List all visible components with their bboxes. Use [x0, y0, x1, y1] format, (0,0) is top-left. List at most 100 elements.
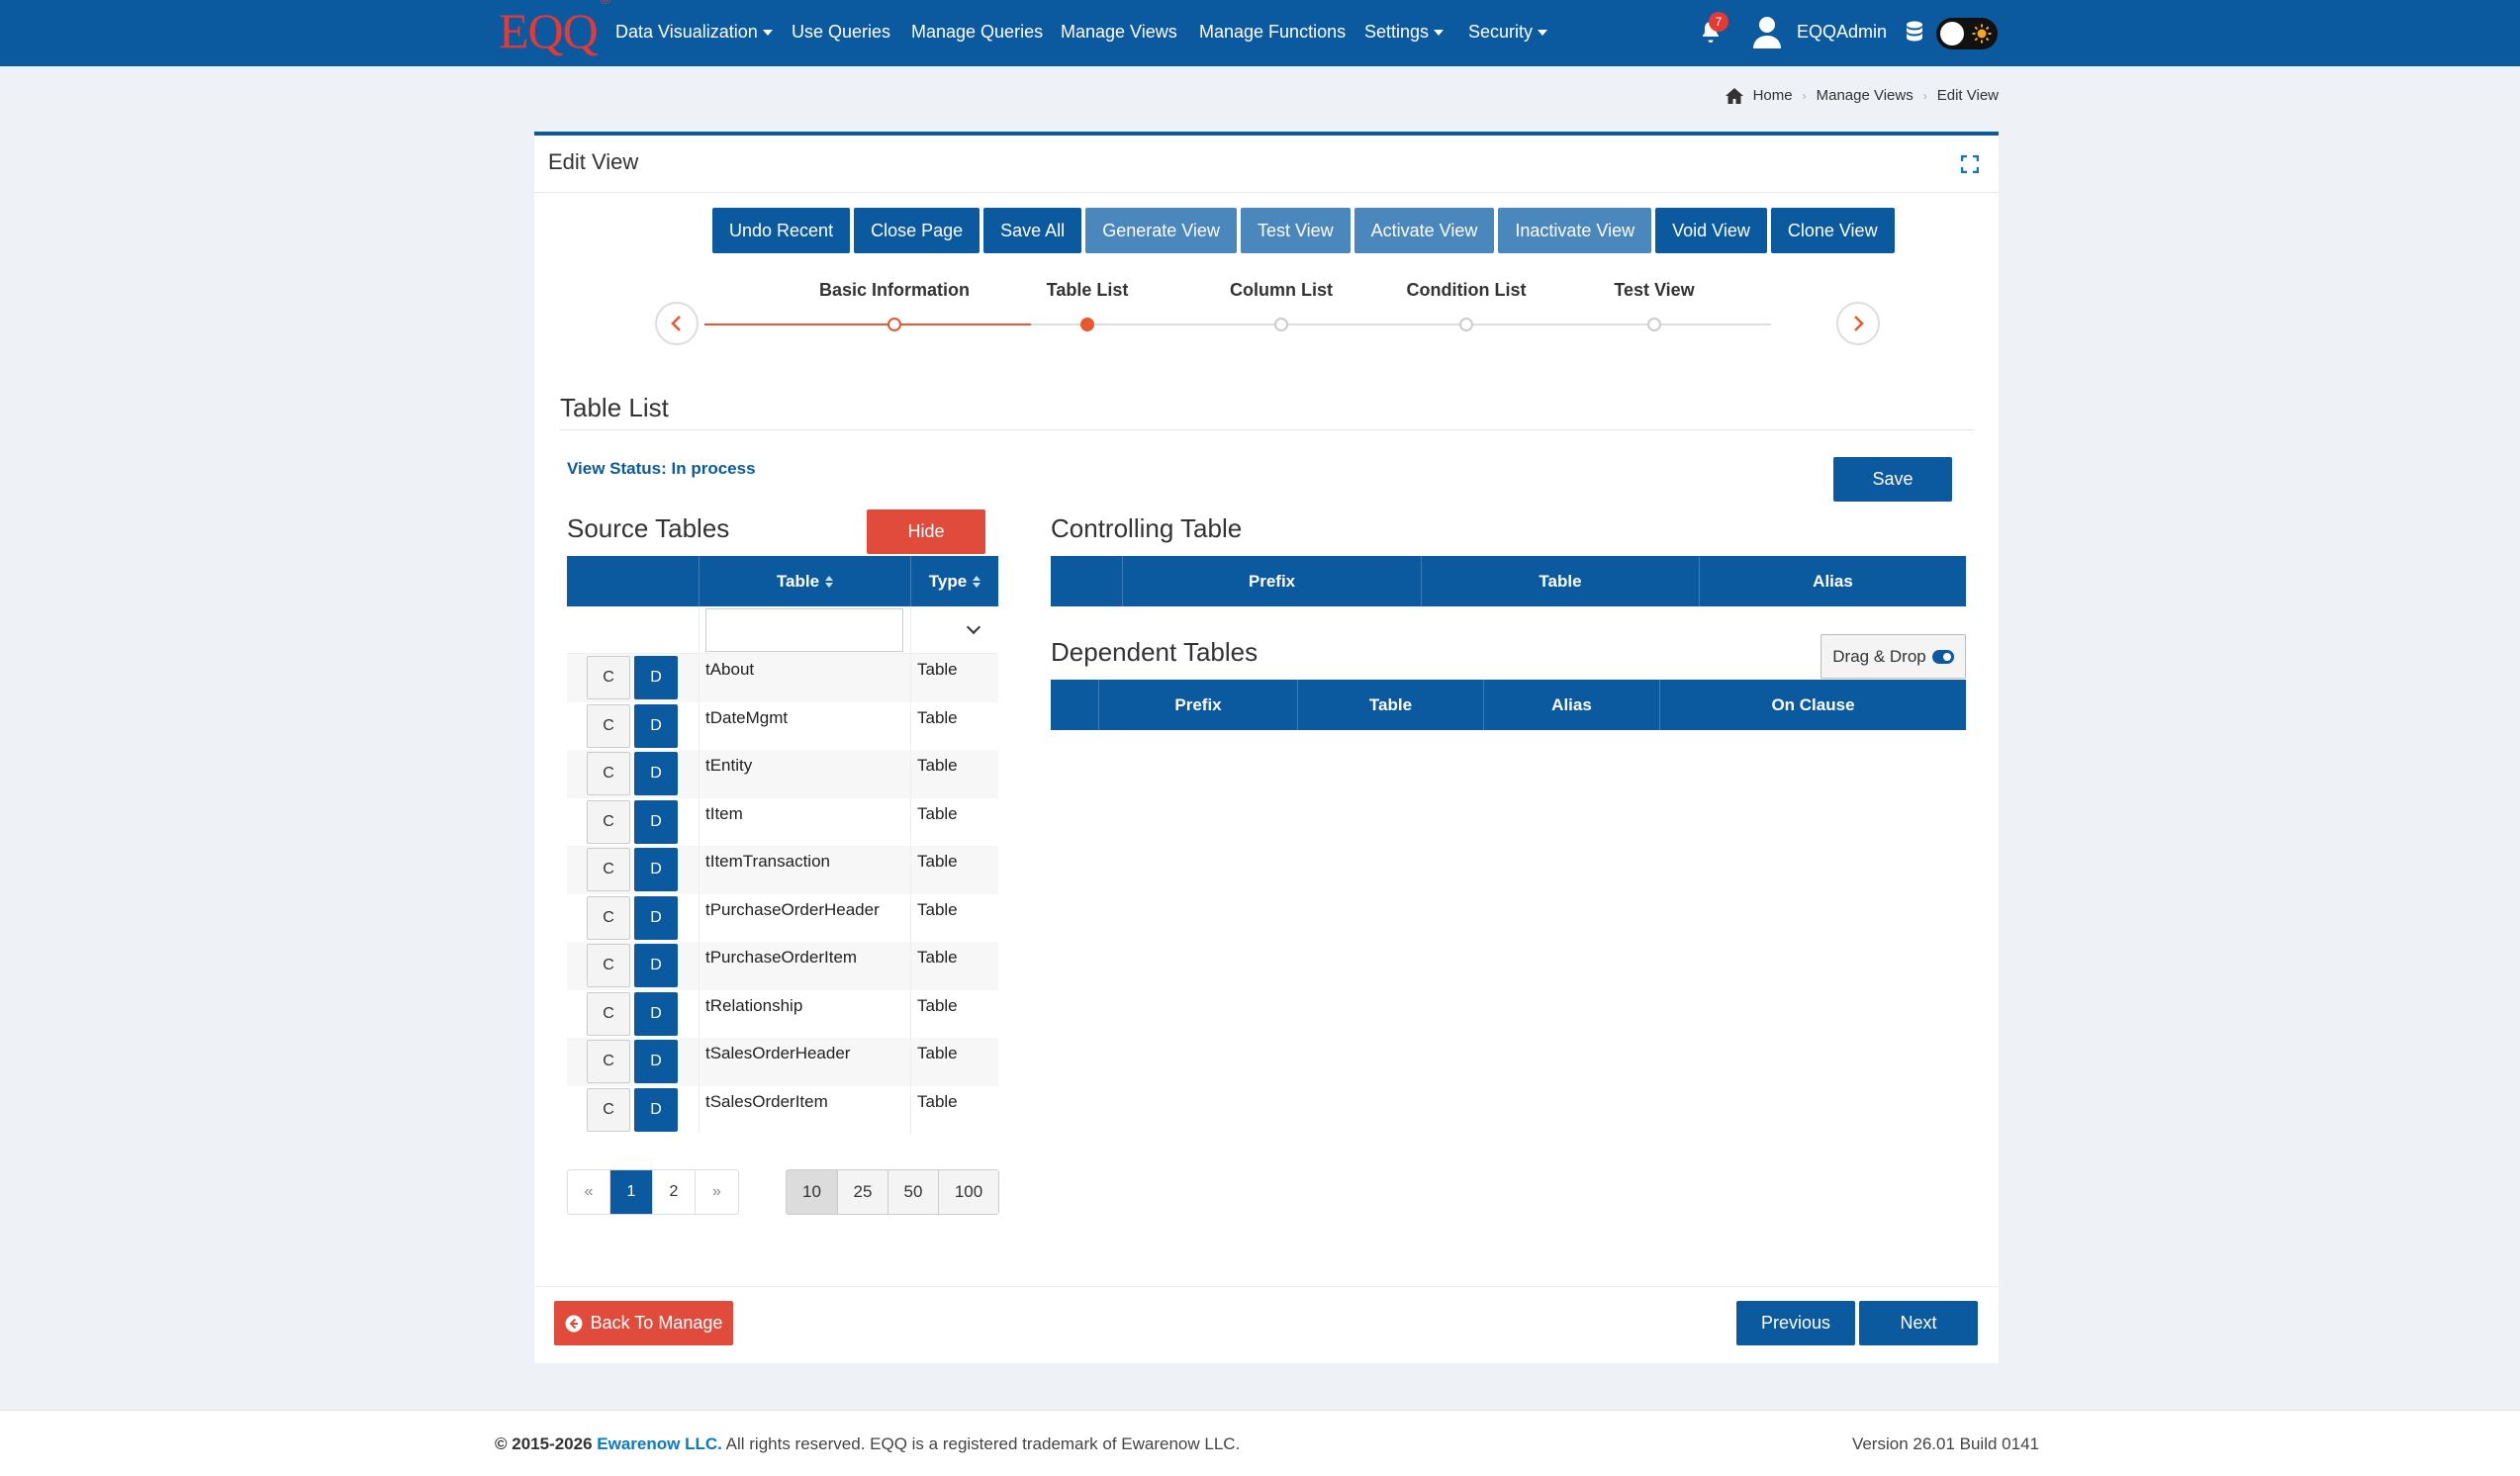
undo-recent-button[interactable]: Undo Recent	[712, 208, 851, 253]
c-button[interactable]: C	[587, 703, 630, 748]
c-button[interactable]: C	[587, 991, 630, 1036]
close-page-button[interactable]: Close Page	[854, 208, 980, 253]
fullscreen-icon[interactable]	[1961, 155, 1979, 173]
step-column-list[interactable]: Column List	[1230, 280, 1333, 301]
breadcrumb-home[interactable]: Home	[1753, 87, 1793, 104]
page-2[interactable]: 2	[653, 1170, 696, 1214]
nav-security[interactable]: Security	[1468, 22, 1548, 43]
back-to-manage-button[interactable]: Back To Manage	[554, 1301, 733, 1345]
header-actions	[1051, 680, 1099, 730]
next-button[interactable]: Next	[1859, 1301, 1978, 1345]
d-button[interactable]: D	[634, 752, 678, 796]
d-button[interactable]: D	[634, 944, 678, 988]
app-logo[interactable]: EQQ®	[499, 0, 611, 59]
table-body: C DtAbout Table C DtDateMgmt Table C DtEntity…	[567, 654, 998, 1134]
stepper-progress-line	[704, 323, 1031, 325]
version-info: Version 26.01 Build 0141	[1851, 1434, 2039, 1453]
inactivate-view-button[interactable]: Inactivate View	[1498, 208, 1652, 253]
c-button[interactable]: C	[587, 895, 630, 940]
c-button[interactable]: C	[587, 799, 630, 844]
header-actions	[1051, 556, 1123, 606]
step-dot-test-view[interactable]	[1647, 318, 1661, 331]
step-test-view[interactable]: Test View	[1614, 280, 1694, 301]
drag-drop-label: Drag & Drop	[1832, 646, 1926, 666]
caret-down-icon	[762, 30, 773, 37]
database-icon[interactable]	[1906, 21, 1923, 43]
page-size-10[interactable]: 10	[787, 1170, 838, 1214]
header-table[interactable]: Table	[700, 556, 911, 606]
nav-manage-functions[interactable]: Manage Functions	[1199, 22, 1346, 43]
c-button[interactable]: C	[587, 752, 630, 796]
nav-data-visualization[interactable]: Data Visualization	[615, 22, 773, 43]
user-avatar-icon[interactable]	[1751, 15, 1783, 50]
d-button[interactable]: D	[634, 848, 678, 892]
page-last[interactable]: »	[696, 1170, 738, 1214]
step-table-list[interactable]: Table List	[1047, 280, 1129, 301]
activate-view-button[interactable]: Activate View	[1353, 208, 1495, 253]
header-alias: Alias	[1813, 571, 1853, 591]
nav-settings[interactable]: Settings	[1364, 22, 1445, 43]
c-button[interactable]: C	[587, 848, 630, 892]
c-button[interactable]: C	[587, 1040, 630, 1084]
sort-icon	[825, 575, 834, 588]
d-button[interactable]: D	[634, 703, 678, 748]
controlling-table-title: Controlling Table	[1051, 513, 1243, 543]
divider	[534, 192, 1999, 193]
d-button[interactable]: D	[634, 799, 678, 844]
c-button[interactable]: C	[587, 944, 630, 988]
stepper-prev-button[interactable]	[655, 302, 699, 345]
header-type[interactable]: Type	[911, 556, 998, 606]
d-button[interactable]: D	[634, 895, 678, 940]
previous-button[interactable]: Previous	[1736, 1301, 1855, 1345]
step-basic-information[interactable]: Basic Information	[819, 280, 970, 301]
d-button[interactable]: D	[634, 656, 678, 700]
table-type: Table	[917, 948, 958, 967]
drag-drop-toggle[interactable]: Drag & Drop	[1820, 634, 1966, 679]
step-dot-condition-list[interactable]	[1459, 318, 1473, 331]
table-row: C DtEntity Table	[567, 750, 998, 798]
breadcrumb-edit-view: Edit View	[1936, 87, 1999, 104]
save-button[interactable]: Save	[1833, 457, 1952, 502]
table-row: C DtDateMgmt Table	[567, 701, 998, 750]
page-size-100[interactable]: 100	[939, 1170, 998, 1214]
d-button[interactable]: D	[634, 1087, 678, 1132]
notification-badge: 7	[1709, 12, 1728, 32]
step-dot-column-list[interactable]	[1274, 318, 1288, 331]
void-view-button[interactable]: Void View	[1655, 208, 1767, 253]
view-status: View Status: In process	[567, 459, 756, 478]
step-dot-table-list[interactable]	[1080, 318, 1094, 331]
table-row: C DtItem Table	[567, 797, 998, 846]
step-dot-basic-information[interactable]	[887, 318, 901, 331]
table-filter-input[interactable]	[705, 607, 903, 652]
company-link[interactable]: Ewarenow LLC.	[597, 1434, 722, 1453]
arrow-circle-left-icon	[565, 1315, 583, 1332]
edit-view-card: Edit View Undo Recent Close Page Save Al…	[534, 132, 1999, 1363]
table-type: Table	[917, 852, 958, 871]
test-view-button[interactable]: Test View	[1240, 208, 1351, 253]
c-button[interactable]: C	[587, 1087, 630, 1132]
hide-button[interactable]: Hide	[867, 509, 985, 554]
step-condition-list[interactable]: Condition List	[1407, 280, 1527, 301]
c-button[interactable]: C	[587, 656, 630, 700]
d-button[interactable]: D	[634, 991, 678, 1036]
table-name: tPurchaseOrderItem	[700, 942, 911, 990]
page-size-50[interactable]: 50	[888, 1170, 939, 1214]
type-filter-select[interactable]	[911, 606, 998, 653]
page-1[interactable]: 1	[610, 1170, 653, 1214]
stepper-next-button[interactable]	[1836, 302, 1880, 345]
clone-view-button[interactable]: Clone View	[1770, 208, 1895, 253]
nav-manage-queries[interactable]: Manage Queries	[911, 22, 1043, 43]
user-name[interactable]: EQQAdmin	[1797, 22, 1887, 43]
theme-toggle[interactable]	[1936, 18, 1998, 49]
breadcrumb-manage-views[interactable]: Manage Views	[1817, 87, 1913, 104]
save-all-button[interactable]: Save All	[983, 208, 1082, 253]
page-first[interactable]: «	[568, 1170, 610, 1214]
home-icon[interactable]	[1725, 87, 1743, 104]
nav-manage-views[interactable]: Manage Views	[1061, 22, 1177, 43]
generate-view-button[interactable]: Generate View	[1085, 208, 1237, 253]
nav-use-queries[interactable]: Use Queries	[792, 22, 890, 43]
controlling-table-header: Prefix Table Alias	[1051, 556, 1966, 606]
dependent-tables-title: Dependent Tables	[1051, 637, 1259, 667]
page-size-25[interactable]: 25	[838, 1170, 888, 1214]
d-button[interactable]: D	[634, 1040, 678, 1084]
